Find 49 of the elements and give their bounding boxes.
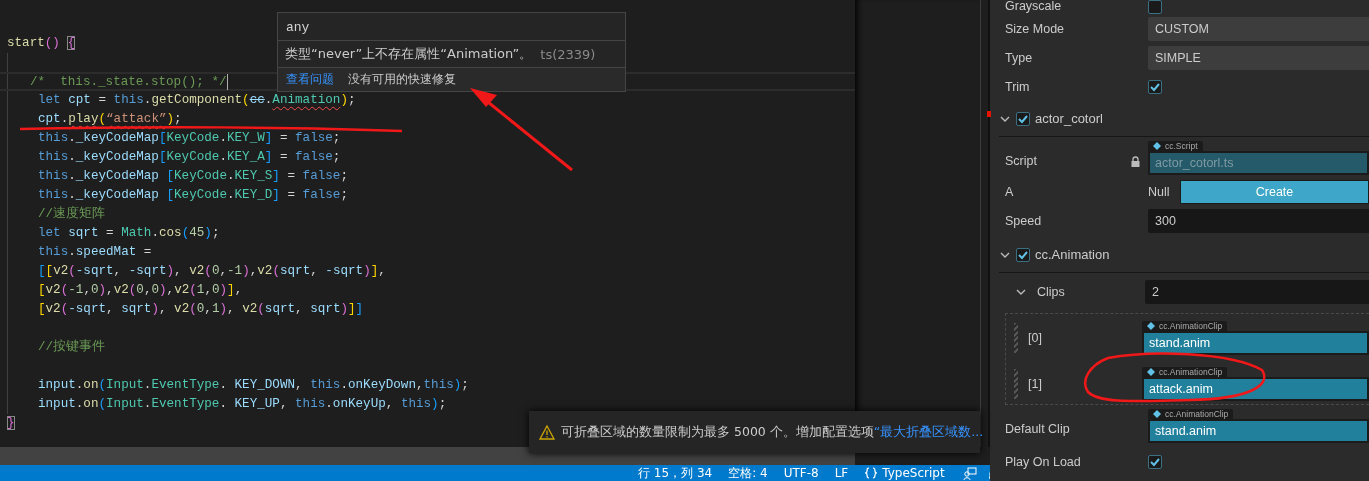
asset-field[interactable]: stand.anim bbox=[1148, 419, 1369, 443]
cursor-position[interactable]: 行 15，列 34 bbox=[630, 466, 721, 480]
array-index: [0] bbox=[1028, 331, 1043, 345]
error-message: 类型“never”上不存在属性“Animation”。 bbox=[285, 45, 533, 63]
field-label: Default Clip bbox=[1005, 422, 1070, 436]
component-title: actor_cotorl bbox=[1035, 111, 1103, 126]
braces-icon bbox=[864, 467, 879, 479]
checkbox[interactable] bbox=[1016, 247, 1030, 262]
component-title: cc.Animation bbox=[1035, 247, 1110, 262]
error-code: ts(2339) bbox=[540, 46, 596, 62]
null-value: Null bbox=[1148, 185, 1171, 199]
checkbox[interactable] bbox=[1148, 79, 1162, 94]
line-ending[interactable]: LF bbox=[826, 466, 857, 480]
feedback-icon[interactable] bbox=[962, 466, 977, 480]
field-label: Size Mode bbox=[1005, 21, 1066, 36]
quick-fix-note: 没有可用的快速修复 bbox=[348, 71, 456, 88]
checkbox[interactable] bbox=[1016, 111, 1030, 126]
setting-link[interactable]: “最大折叠区域数... bbox=[873, 423, 984, 439]
field-label: Play On Load bbox=[1005, 454, 1082, 469]
number-field[interactable]: 2 bbox=[1145, 280, 1369, 304]
lock-icon bbox=[1131, 155, 1140, 167]
drag-handle[interactable] bbox=[1014, 323, 1018, 353]
asset-field[interactable]: actor_cotorl.ts bbox=[1148, 151, 1369, 175]
type-info: any bbox=[286, 20, 310, 35]
field-label: Grayscale bbox=[1005, 0, 1063, 12]
field-label: Script bbox=[1005, 154, 1037, 168]
error-marker bbox=[987, 111, 991, 117]
dropdown[interactable]: SIMPLE bbox=[1148, 45, 1369, 70]
checkbox[interactable] bbox=[1148, 0, 1162, 14]
asset-field[interactable]: attack.anim bbox=[1142, 377, 1369, 401]
field-label: Speed bbox=[1005, 214, 1043, 228]
number-field[interactable]: 300 bbox=[1148, 209, 1369, 233]
field-label: Trim bbox=[1005, 79, 1031, 94]
view-problem-link[interactable]: 查看问题 bbox=[286, 71, 334, 88]
checkbox[interactable] bbox=[1148, 454, 1162, 469]
drag-handle[interactable] bbox=[1014, 369, 1018, 399]
dropdown[interactable]: CUSTOM bbox=[1148, 16, 1369, 41]
notification-message: 可折叠区域的数量限制为最多 5000 个。增加配置选项“最大折叠区域数... bbox=[561, 423, 984, 441]
indentation[interactable]: 空格: 4 bbox=[720, 466, 776, 480]
warning-icon bbox=[539, 424, 555, 440]
field-label: Clips bbox=[1037, 285, 1066, 299]
field-label: A bbox=[1005, 185, 1015, 199]
array-index: [1] bbox=[1028, 377, 1043, 391]
encoding[interactable]: UTF-8 bbox=[775, 466, 827, 480]
field-label: Type bbox=[1005, 50, 1034, 65]
text-cursor bbox=[226, 74, 228, 90]
create-button[interactable]: Create bbox=[1180, 180, 1369, 204]
language-mode[interactable]: TypeScript bbox=[882, 466, 945, 480]
asset-field[interactable]: stand.anim bbox=[1142, 331, 1369, 355]
